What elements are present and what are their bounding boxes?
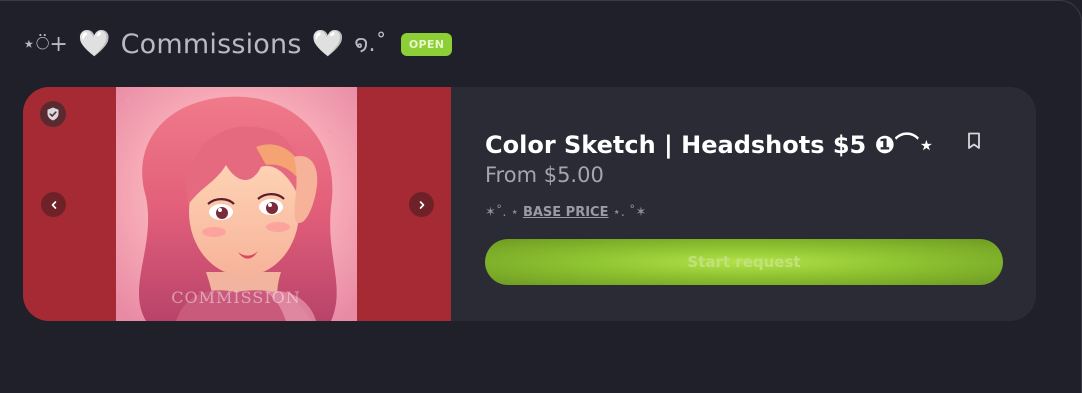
chevron-left-icon: [51, 200, 56, 209]
heart-icon: 🤍: [78, 29, 111, 59]
commissions-header: ⋆⍥+ 🤍 Commissions 🤍 ໑.˚ OPEN: [22, 25, 453, 63]
subtitle-deco-right: ⋆. ˚✶: [608, 205, 647, 220]
commission-title: Color Sketch | Headshots $5 ❶⌒⋆: [485, 131, 934, 159]
artwork-illustration: COMMISSION: [116, 87, 357, 321]
header-deco-left: ⋆⍥+: [22, 31, 69, 57]
commission-card[interactable]: COMMISSION Color Sketch | Headshots $5 ❶…: [23, 87, 1036, 321]
heart-icon: 🤍: [311, 29, 345, 59]
gallery-next-button[interactable]: [409, 192, 434, 217]
base-price-link[interactable]: BASE PRICE: [523, 205, 609, 220]
artwork-watermark: COMMISSION: [171, 288, 301, 307]
bookmark-button[interactable]: [965, 131, 983, 151]
commission-info: Color Sketch | Headshots $5 ❶⌒⋆ From $5.…: [485, 87, 1005, 321]
commission-price: From $5.00: [485, 163, 604, 187]
start-request-button[interactable]: Start request: [485, 239, 1003, 285]
section-title: Commissions: [120, 28, 302, 60]
status-badge: OPEN: [400, 32, 453, 56]
commissions-page: ⋆⍥+ 🤍 Commissions 🤍 ໑.˚ OPEN COMMISSION …: [0, 0, 1082, 393]
chevron-right-icon: [419, 200, 424, 209]
header-deco-right: ໑.˚: [354, 31, 387, 57]
bookmark-icon: [968, 132, 980, 149]
subtitle-deco-left: ✶˚. ⋆: [485, 205, 523, 220]
artwork-gallery: COMMISSION: [23, 87, 451, 321]
verified-badge: [40, 101, 66, 127]
artwork-image[interactable]: COMMISSION: [116, 87, 357, 321]
shield-check-icon: [47, 107, 59, 121]
price-tier-label: ✶˚. ⋆ BASE PRICE ⋆. ˚✶: [485, 205, 646, 220]
gallery-prev-button[interactable]: [41, 192, 66, 217]
